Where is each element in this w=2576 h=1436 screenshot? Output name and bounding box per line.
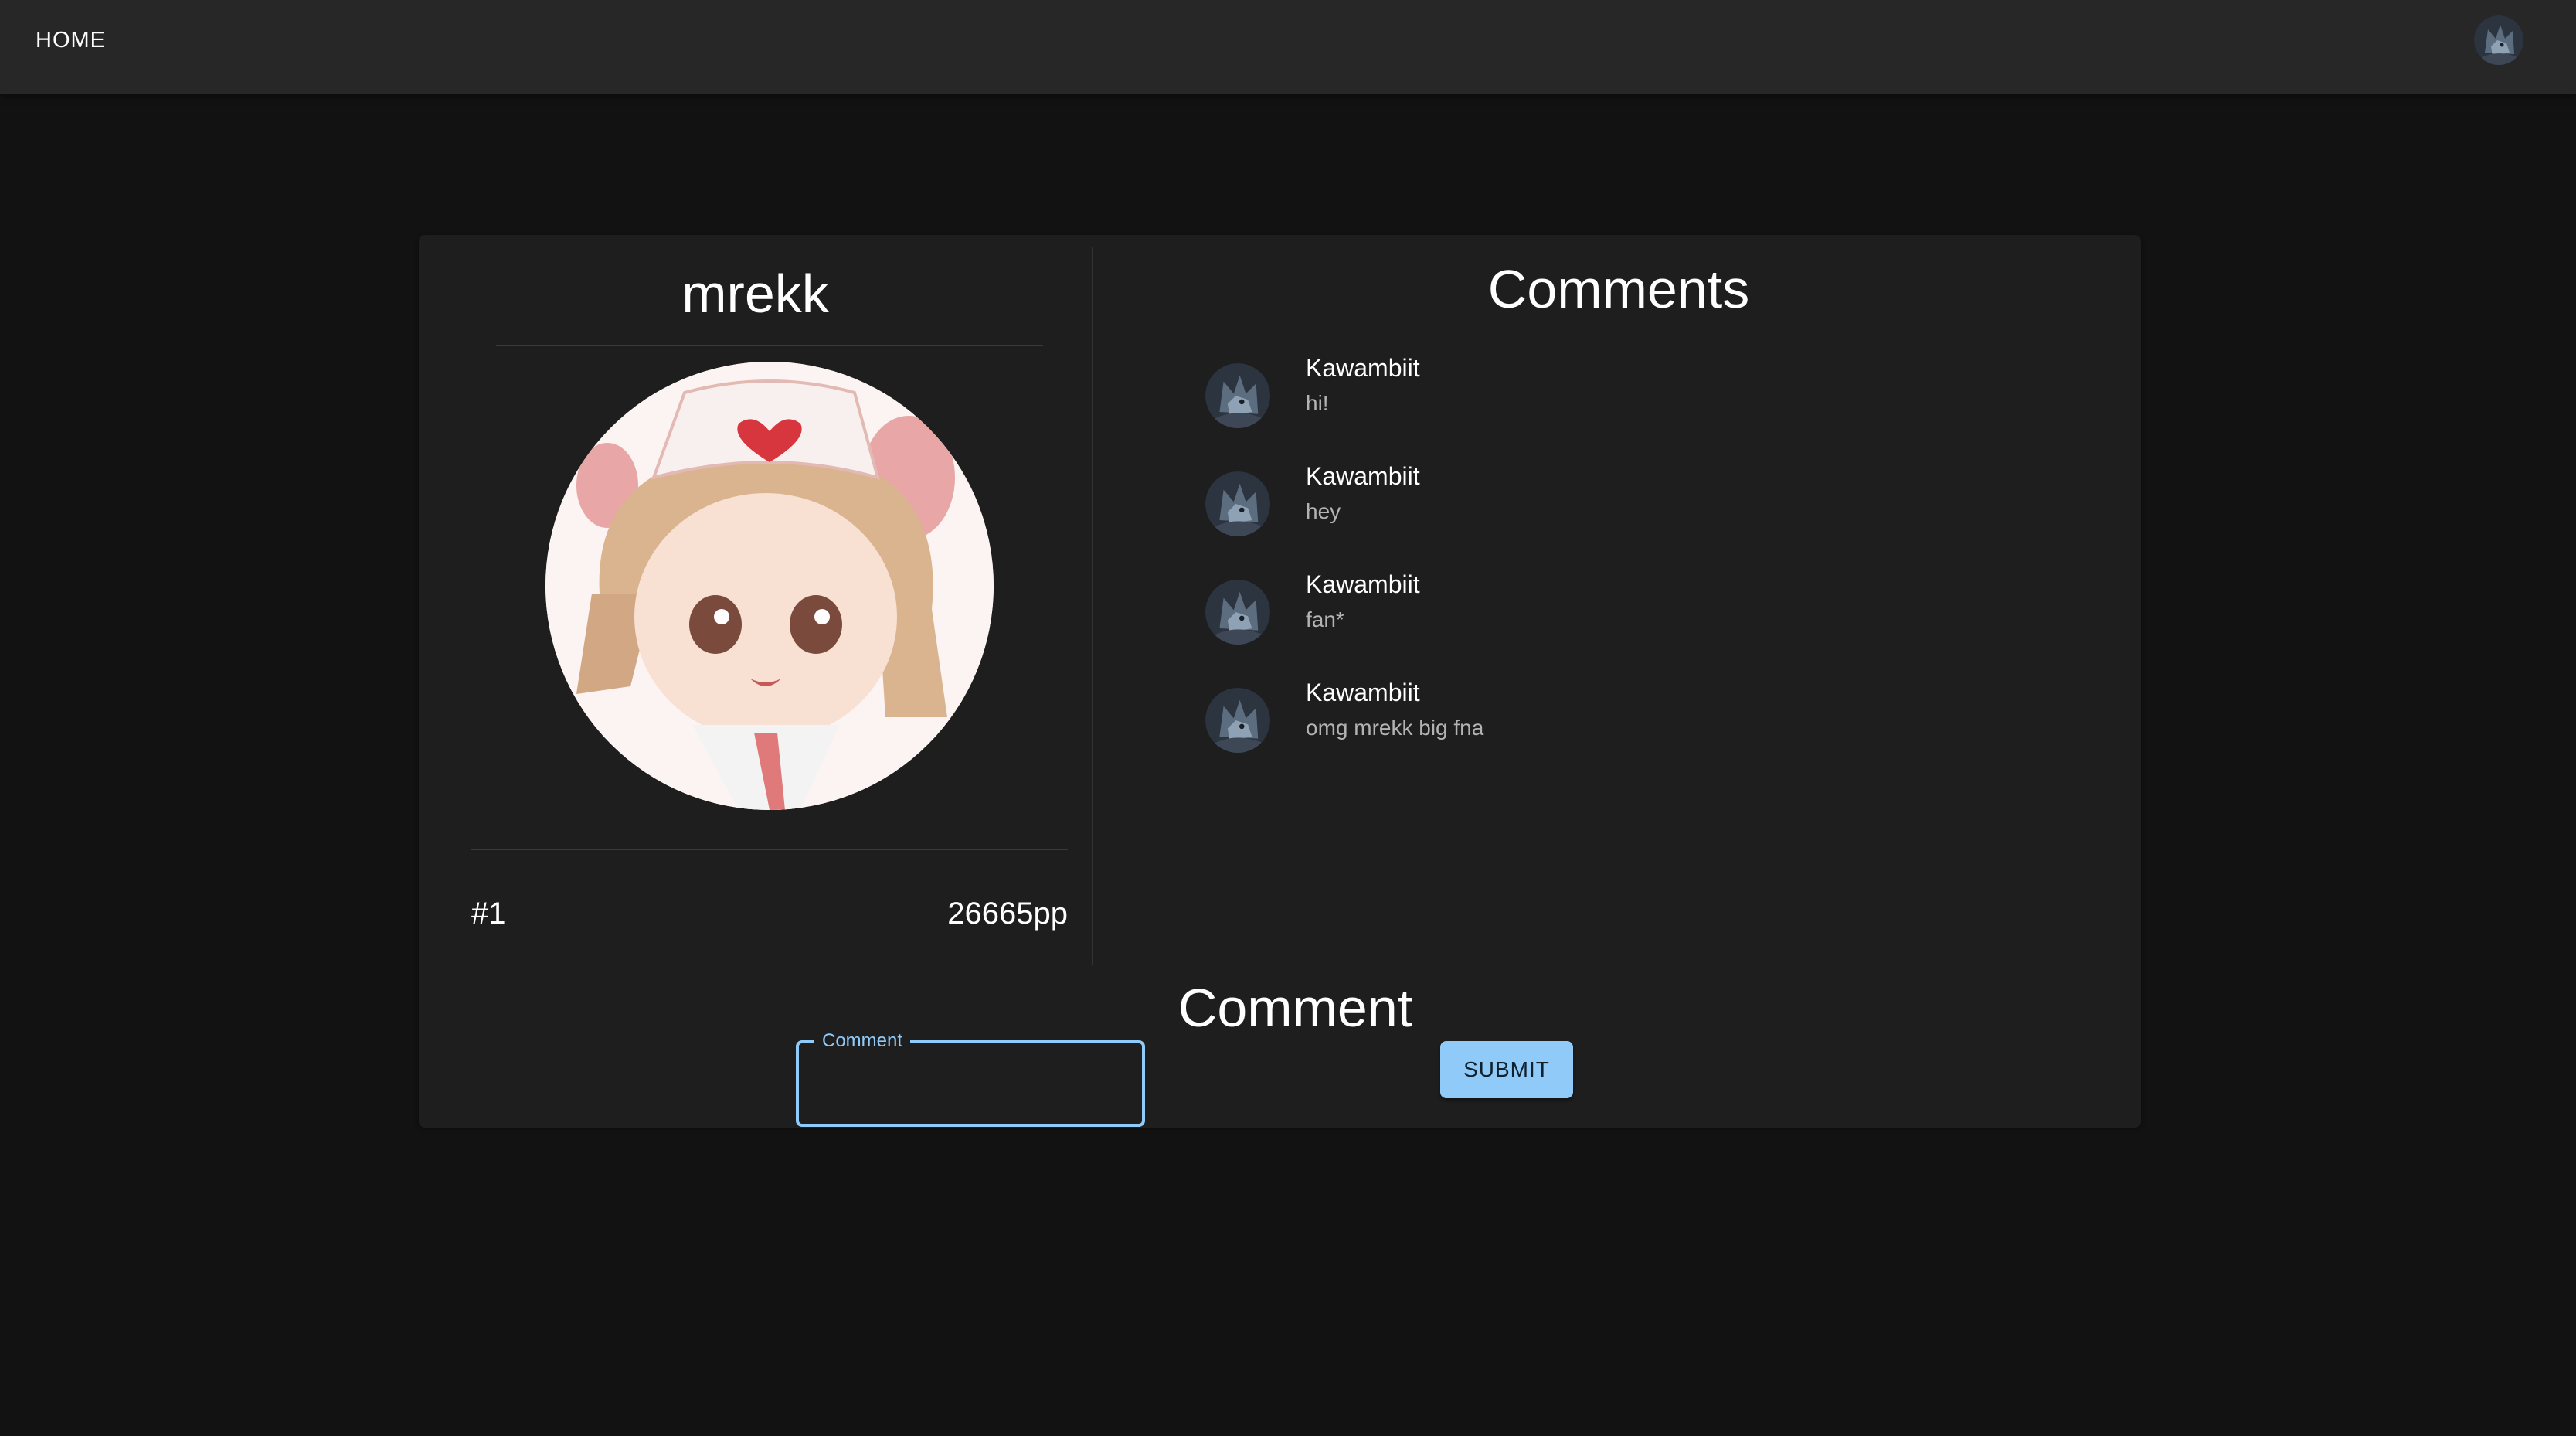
profile-rank: #1	[471, 897, 506, 931]
comment-field: Comment	[796, 1030, 1145, 1127]
wolf-avatar-icon	[1205, 580, 1270, 645]
list-item: Kawambiit hi!	[1205, 351, 2094, 459]
comment-author: Kawambiit	[1306, 354, 1420, 382]
comment-form-title: Comment	[1178, 978, 1413, 1038]
profile-username: mrekk	[681, 264, 829, 324]
comment-author: Kawambiit	[1306, 462, 1420, 490]
comment-text: hi!	[1306, 391, 1329, 415]
comment-text: omg mrekk big fna	[1306, 716, 1484, 740]
comment-list: Kawambiit hi! Kawambiit hey Kawambiit fa…	[1205, 351, 2094, 784]
comment-text: fan*	[1306, 607, 1344, 631]
profile-pp: 26665pp	[947, 897, 1068, 931]
comment-author: Kawambiit	[1306, 679, 1420, 706]
vertical-divider	[1092, 247, 1093, 965]
home-button[interactable]: HOME	[19, 15, 123, 65]
user-avatar-icon[interactable]	[2474, 15, 2523, 65]
app-bar: HOME	[0, 0, 2576, 94]
divider	[496, 345, 1043, 346]
submit-button[interactable]: SUBMIT	[1440, 1041, 1573, 1098]
list-item: Kawambiit omg mrekk big fna	[1205, 675, 2094, 784]
list-item: Kawambiit hey	[1205, 459, 2094, 567]
profile-card: mrekk #1 26665pp Comments Kawambiit hi! …	[419, 235, 2141, 1128]
comment-text: hey	[1306, 499, 1341, 523]
divider	[471, 849, 1068, 850]
wolf-avatar-icon	[1205, 688, 1270, 753]
comment-input[interactable]	[799, 1043, 1142, 1124]
wolf-avatar-icon	[1205, 363, 1270, 428]
wolf-avatar-icon	[1205, 471, 1270, 536]
profile-picture	[545, 362, 994, 810]
comments-title: Comments	[1487, 259, 1750, 319]
list-item: Kawambiit fan*	[1205, 567, 2094, 675]
comment-author: Kawambiit	[1306, 570, 1420, 598]
